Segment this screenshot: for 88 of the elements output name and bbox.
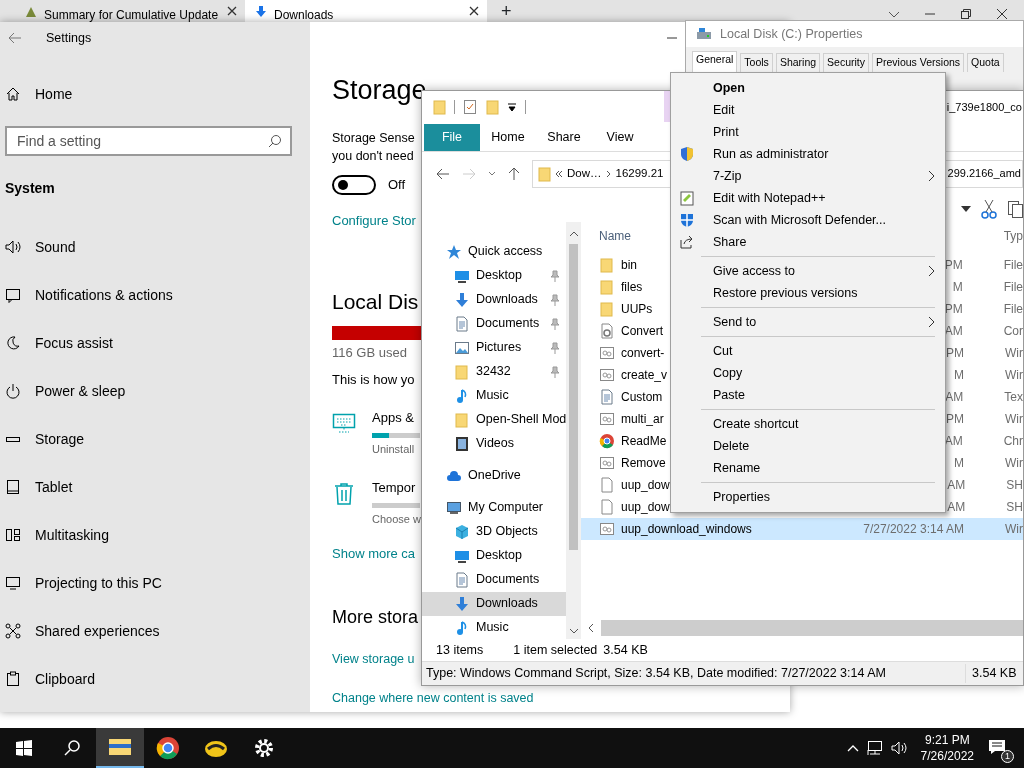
- nav-label: Desktop: [476, 267, 523, 285]
- file-date: M: [951, 278, 963, 296]
- nav-label: Clipboard: [35, 669, 95, 689]
- file-date: PM: [945, 410, 964, 428]
- details-text: Type: Windows Command Script, Size: 3.54 KB, Date modified: 7/27/2022 3:14 AM: [425, 665, 887, 683]
- nav-label: Shared experiences: [35, 621, 160, 641]
- status-text: 3.54 KB: [603, 641, 648, 659]
- details-size: 3.54 KB: [965, 664, 1023, 683]
- nav-label: Projecting to this PC: [35, 573, 162, 593]
- file-date: AM: [944, 388, 964, 406]
- file-name: files: [621, 278, 643, 296]
- file-name: bin: [621, 256, 637, 274]
- nav-label: 32432: [476, 363, 512, 381]
- nav-label: Sound: [35, 237, 76, 257]
- nav-label: Music: [476, 619, 510, 637]
- nav-label: Videos: [476, 435, 515, 453]
- file-type: SH: [1006, 476, 1023, 494]
- section-heading: More stora: [332, 606, 419, 629]
- tab-title: Downloads: [274, 7, 335, 22]
- nav-label: Music: [476, 387, 510, 405]
- file-name: convert-: [621, 344, 665, 362]
- file-type: Tex: [1004, 388, 1023, 406]
- nav-label: Quick access: [468, 243, 544, 261]
- window-title: Settings: [46, 29, 92, 47]
- dialog-title: Local Disk (C:) Properties: [720, 25, 863, 43]
- file-name: ReadMe: [621, 432, 667, 450]
- file-date: M: [953, 454, 964, 472]
- nav-label: Notifications & actions: [35, 285, 173, 305]
- file-date: M: [953, 366, 964, 384]
- file-type: Wir: [1005, 410, 1023, 428]
- usage-text: 116 GB used: [332, 343, 407, 362]
- nav-label: Pictures: [476, 339, 523, 357]
- file-date: PM: [945, 344, 964, 362]
- page-heading: Storage: [332, 74, 427, 107]
- file-name: create_v: [621, 366, 668, 384]
- file-date: AM: [943, 322, 963, 340]
- nav-label: Multitasking: [35, 525, 109, 545]
- status-text: 13 items: [436, 641, 484, 659]
- category-subtitle: Choose w: [372, 512, 421, 527]
- file-type: File: [1003, 300, 1023, 318]
- file-type: SH: [1006, 498, 1023, 516]
- file-type: Wir: [1005, 366, 1023, 384]
- nav-label: My Computer: [468, 499, 545, 517]
- file-name: uup_download_windows: [621, 520, 752, 538]
- file-date: AM: [946, 476, 966, 494]
- description-text: This is how yo: [332, 371, 415, 389]
- nav-label: Documents: [476, 571, 541, 589]
- nav-label: Downloads: [476, 291, 539, 309]
- file-date: PM: [943, 300, 963, 318]
- file-type: File: [1003, 278, 1023, 296]
- nav-label: OneDrive: [468, 467, 522, 485]
- section-heading: Local Dis: [332, 288, 419, 315]
- file-date: 7/27/2022 3:14 AM: [862, 520, 964, 538]
- nav-label: Home: [35, 84, 73, 104]
- nav-label: Power & sleep: [35, 381, 126, 401]
- window-title: i_739e1800_co: [946, 100, 1022, 116]
- file-type: Wir: [1005, 344, 1023, 362]
- file-date: AM: [946, 498, 966, 516]
- nav-label: Downloads: [476, 595, 539, 613]
- file-name: multi_ar: [621, 410, 664, 428]
- nav-label: Focus assist: [35, 333, 113, 353]
- nav-label: Documents: [476, 315, 541, 333]
- description-text: Storage Sense: [332, 130, 415, 147]
- file-type: Chr: [1003, 432, 1023, 450]
- nav-label: 3D Objects: [476, 523, 539, 541]
- file-name: Convert: [621, 322, 664, 340]
- file-name: UUPs: [621, 300, 653, 318]
- file-name: uup_dow: [621, 476, 670, 494]
- file-type: Wir: [1005, 454, 1023, 472]
- notification-badge: 1: [1001, 750, 1014, 763]
- file-date: AM: [943, 432, 963, 450]
- toggle-label: Off: [388, 176, 406, 195]
- description-text: you don't need: [332, 148, 414, 165]
- category-subtitle: Uninstall: [372, 442, 415, 457]
- file-type: File: [1003, 256, 1023, 274]
- section-heading: System: [4, 179, 56, 198]
- nav-label: Storage: [35, 429, 85, 449]
- status-text: 1 item selected: [513, 641, 598, 659]
- file-type: Wir: [1005, 520, 1023, 538]
- file-type: Cor: [1003, 322, 1023, 340]
- tab-title: Summary for Cumulative Update: [44, 7, 220, 22]
- file-name: Remove: [621, 454, 666, 472]
- nav-label: Desktop: [476, 547, 523, 565]
- file-name: uup_dow: [621, 498, 670, 516]
- nav-label: Open-Shell Mod: [476, 411, 567, 429]
- file-date: PM: [943, 256, 963, 274]
- nav-label: Tablet: [35, 477, 73, 497]
- file-name: Custom: [621, 388, 663, 406]
